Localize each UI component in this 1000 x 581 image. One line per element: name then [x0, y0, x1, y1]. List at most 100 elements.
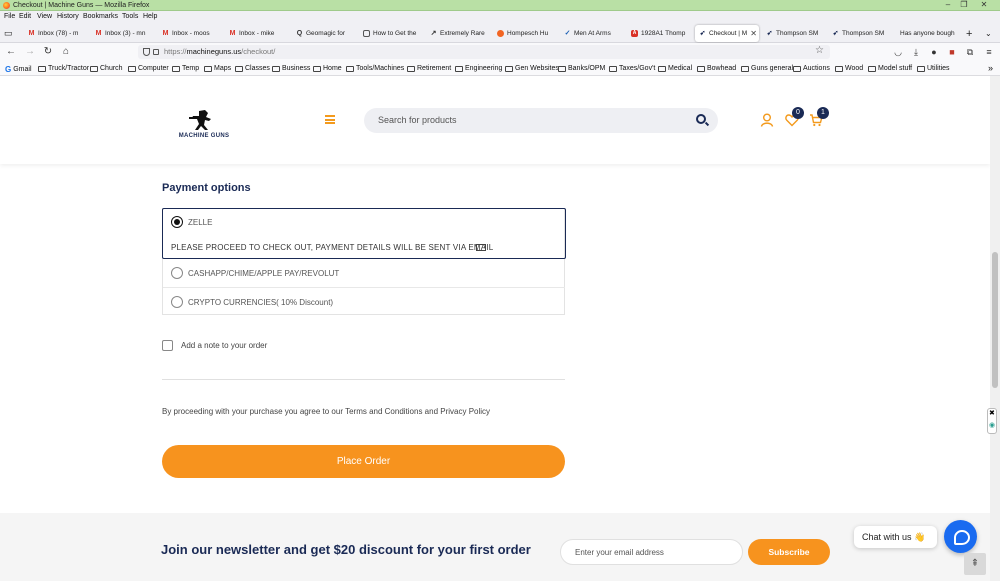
close-widget-icon[interactable]: ✖ [989, 410, 995, 418]
chat-prompt[interactable]: Chat with us 👋 [854, 526, 937, 548]
tab-how-to[interactable]: How to Get the [363, 25, 425, 42]
menu-history[interactable]: History [57, 13, 79, 20]
bookmark-folder[interactable]: Banks/OPM [558, 65, 605, 72]
crypto-label[interactable]: CRYPTO CURRENCIES( 10% Discount) [188, 298, 333, 307]
tab-thompson-2[interactable]: ➶ Thompson SM [832, 25, 894, 42]
menu-bookmarks[interactable]: Bookmarks [83, 13, 118, 20]
chat-launcher-button[interactable] [944, 520, 977, 553]
bookmark-folder[interactable]: Church [90, 65, 123, 72]
tab-has-anyone[interactable]: Has anyone bough [900, 25, 960, 42]
bookmark-folder[interactable]: Computer [128, 65, 169, 72]
tab-inbox-2[interactable]: M Inbox (3) - mn [95, 25, 157, 42]
bookmark-folder[interactable]: Home [313, 65, 342, 72]
bookmark-folder[interactable]: Wood [835, 65, 863, 72]
cashapp-radio[interactable] [171, 267, 183, 279]
bookmark-folder[interactable]: Auctions [793, 65, 830, 72]
tab-men-at-arms[interactable]: ✓ Men At Arms [564, 25, 626, 42]
crypto-radio[interactable] [171, 296, 183, 308]
new-tab-icon[interactable]: + [966, 25, 972, 42]
scrollbar-thumb[interactable] [992, 252, 998, 388]
bookmark-star-icon[interactable]: ☆ [815, 45, 824, 56]
widget-icon[interactable]: ◉ [989, 422, 995, 430]
bookmark-folder[interactable]: Truck/Tractor [38, 65, 89, 72]
extensions-icon[interactable]: ⧉ [964, 46, 976, 58]
lock-icon[interactable] [153, 49, 159, 55]
tab-list-icon[interactable]: ▭ [4, 25, 18, 42]
reload-icon[interactable]: ↻ [42, 46, 54, 58]
add-note-checkbox[interactable] [162, 340, 173, 351]
extension-icon[interactable]: ■ [946, 46, 958, 58]
menu-edit[interactable]: Edit [19, 13, 31, 20]
bookmark-folder[interactable]: Utilities [917, 65, 950, 72]
payment-option-cashapp[interactable]: CASHAPP/CHIME/APPLE PAY/REVOLUT [163, 259, 566, 287]
close-tab-icon[interactable]: ✕ [747, 29, 757, 38]
search-input[interactable]: Search for products [378, 115, 457, 125]
bookmark-folder[interactable]: Medical [658, 65, 692, 72]
pocket-icon[interactable]: ◡ [892, 46, 904, 58]
forward-icon[interactable]: → [24, 46, 36, 58]
bookmark-folder[interactable]: Gen Websites [505, 65, 559, 72]
product-search[interactable]: Search for products [364, 108, 718, 133]
close-window-icon[interactable]: ✕ [974, 0, 994, 11]
downloads-icon[interactable]: ⤓ [910, 46, 922, 58]
bookmarks-overflow-icon[interactable]: » [988, 63, 993, 73]
back-icon[interactable]: ← [5, 46, 17, 58]
cart-count-badge: 1 [817, 107, 829, 119]
payment-option-zelle[interactable]: ZELLE PLEASE PROCEED TO CHECK OUT, PAYME… [162, 208, 566, 259]
bookmark-folder[interactable]: Tools/Machines [346, 65, 404, 72]
bookmark-folder[interactable]: Classes [235, 65, 270, 72]
logo-text: MACHINE GUNS [178, 133, 230, 139]
bookmark-folder[interactable]: Bowhead [697, 65, 736, 72]
wave-icon: 👋 [914, 532, 926, 542]
folder-icon [658, 65, 666, 72]
bookmark-folder[interactable]: Guns general [741, 65, 793, 72]
url-text[interactable]: https://machineguns.us/checkout/ [164, 47, 275, 56]
tab-inbox-3[interactable]: M Inbox - moos [162, 25, 224, 42]
shield-icon[interactable] [143, 48, 150, 56]
restore-icon[interactable]: ❐ [954, 0, 974, 11]
q-icon: Q [296, 30, 303, 37]
terms-notice: By proceeding with your purchase you agr… [162, 407, 491, 416]
menu-file[interactable]: File [4, 13, 15, 20]
scroll-to-top-button[interactable]: ⇞ [964, 553, 986, 575]
tab-inbox-1[interactable]: M Inbox (78) - m [28, 25, 90, 42]
url-bar[interactable]: https://machineguns.us/checkout/ ☆ [138, 45, 830, 59]
site-logo[interactable]: MACHINE GUNS [175, 109, 233, 139]
search-icon[interactable] [696, 114, 706, 124]
account-icon[interactable]: ● [928, 46, 940, 58]
tab-hompesch[interactable]: Hompesch Hu [497, 25, 559, 42]
tab-checkout[interactable]: ➶ Checkout | M ✕ [695, 25, 759, 42]
page-scrollbar[interactable] [990, 76, 1000, 581]
user-account-icon[interactable] [760, 113, 774, 127]
bookmark-folder[interactable]: Model stuff [868, 65, 912, 72]
bookmark-folder[interactable]: Temp [172, 65, 199, 72]
tab-overflow-icon[interactable]: ⌄ [985, 25, 992, 42]
menu-hamburger-icon[interactable] [325, 115, 335, 124]
tab-1928a1[interactable]: A 1928A1 Thomp [631, 25, 693, 42]
add-note-label[interactable]: Add a note to your order [181, 341, 267, 350]
bookmark-folder[interactable]: Engineering [455, 65, 502, 72]
menu-view[interactable]: View [37, 13, 52, 20]
subscribe-button[interactable]: Subscribe [748, 539, 830, 565]
zelle-radio[interactable] [171, 216, 183, 228]
bookmark-folder[interactable]: Taxes/Gov't [609, 65, 655, 72]
bookmark-gmail[interactable]: G Gmail [5, 65, 32, 74]
cashapp-label[interactable]: CASHAPP/CHIME/APPLE PAY/REVOLUT [188, 269, 339, 278]
menu-tools[interactable]: Tools [122, 13, 138, 20]
email-placeholder[interactable]: Enter your email address [575, 548, 664, 557]
app-menu-icon[interactable]: ≡ [983, 46, 995, 58]
payment-option-crypto[interactable]: CRYPTO CURRENCIES( 10% Discount) [163, 288, 566, 316]
tab-inbox-4[interactable]: M Inbox - mike [229, 25, 291, 42]
bookmark-folder[interactable]: Retirement [407, 65, 451, 72]
tab-extremely-rare[interactable]: ↗ Extremely Rare [430, 25, 492, 42]
menu-help[interactable]: Help [143, 13, 157, 20]
place-order-button[interactable]: Place Order [162, 445, 565, 478]
tab-thompson-1[interactable]: ➶ Thompson SM [766, 25, 828, 42]
home-icon[interactable]: ⌂ [60, 46, 72, 58]
newsletter-email-input[interactable]: Enter your email address [560, 539, 743, 565]
zelle-label[interactable]: ZELLE [188, 218, 212, 227]
tab-geomagic[interactable]: Q Geomagic for [296, 25, 358, 42]
accessibility-widget[interactable]: ✖ ◉ [987, 408, 997, 434]
bookmark-folder[interactable]: Maps [204, 65, 231, 72]
bookmark-folder[interactable]: Business [272, 65, 310, 72]
